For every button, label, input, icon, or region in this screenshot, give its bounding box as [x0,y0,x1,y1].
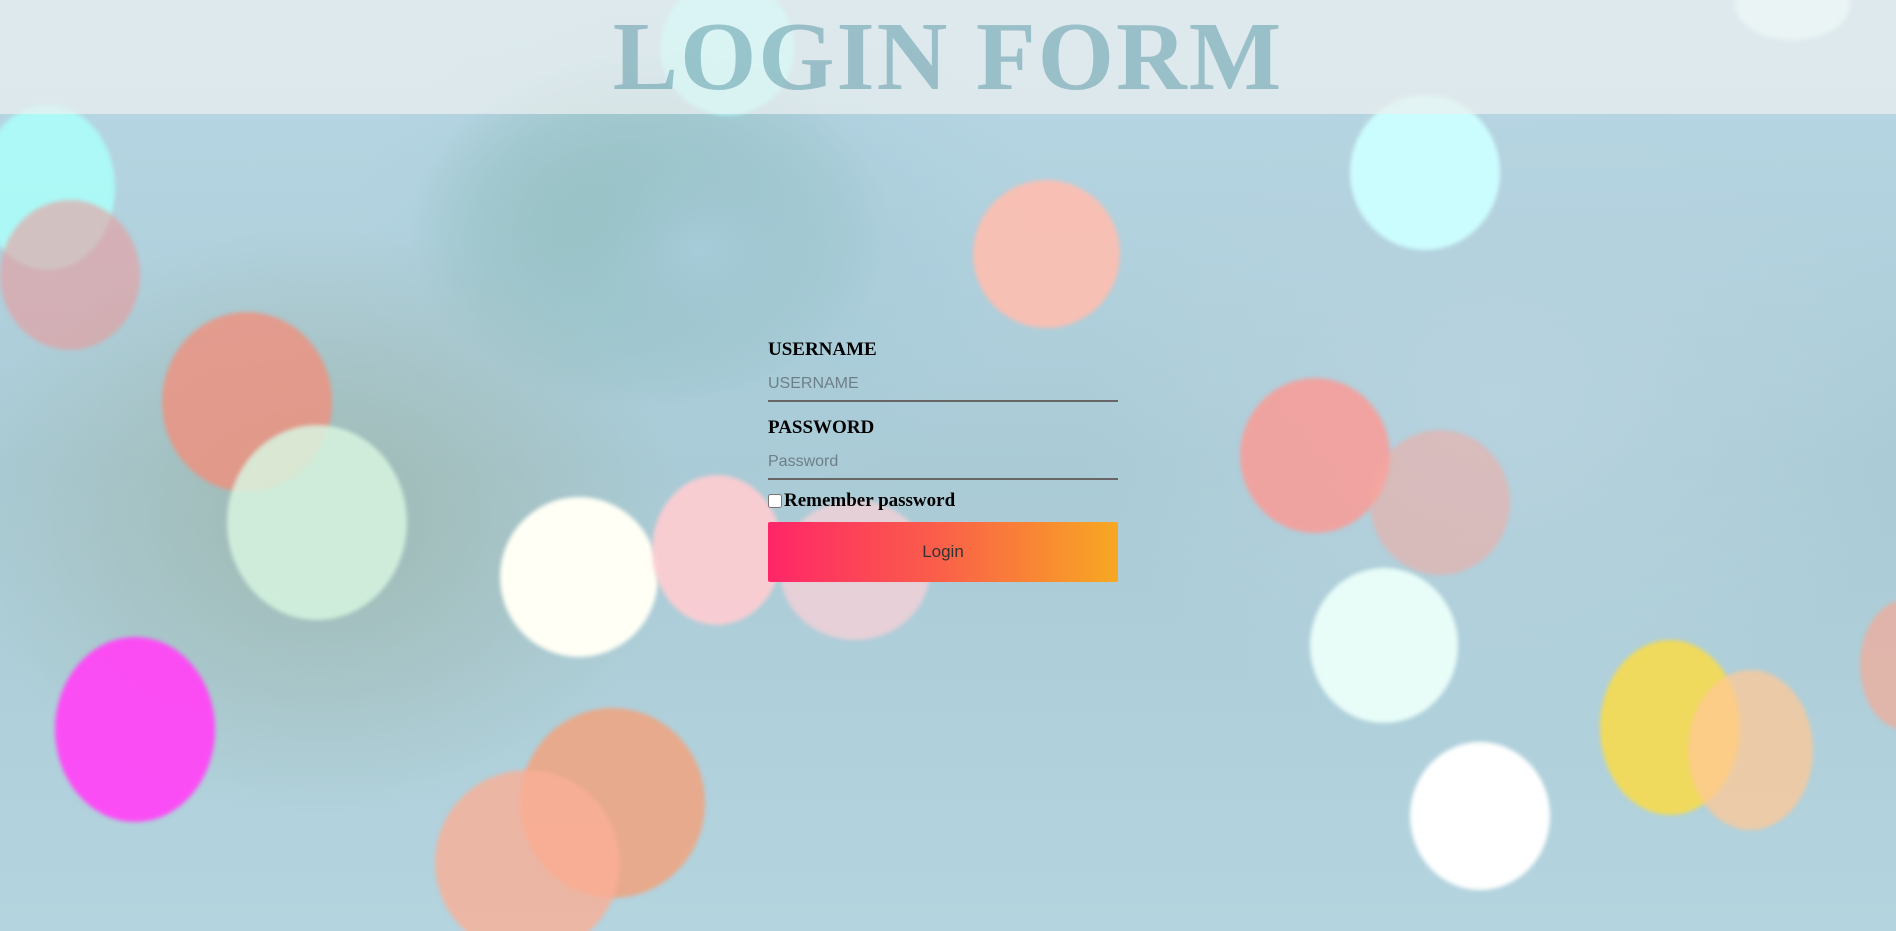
bokeh-circle [1860,600,1896,730]
remember-password-checkbox[interactable] [768,494,782,508]
bokeh-circle [227,425,407,620]
bokeh-circle [1240,378,1390,533]
remember-password-label: Remember password [784,490,956,511]
bokeh-circle [55,637,215,822]
bokeh-circle [0,200,140,350]
page-header: LOGIN FORM [0,0,1896,114]
bokeh-circle [1310,568,1458,723]
login-form: USERNAME PASSWORD Remember password Logi… [768,336,1118,582]
password-label: PASSWORD [768,417,875,438]
bokeh-circle [652,475,782,625]
username-field[interactable] [768,368,1118,402]
login-button[interactable]: Login [768,522,1118,582]
remember-password-row: Remember password [768,490,1118,512]
username-label: USERNAME [768,339,877,360]
bokeh-circle [973,180,1120,328]
bokeh-circle [1350,95,1500,250]
bokeh-circle [1370,430,1510,575]
bokeh-circle [500,497,658,657]
bokeh-circle [1410,742,1550,890]
password-field[interactable] [768,446,1118,480]
bokeh-circle [1688,670,1813,830]
page-title: LOGIN FORM [612,3,1284,111]
